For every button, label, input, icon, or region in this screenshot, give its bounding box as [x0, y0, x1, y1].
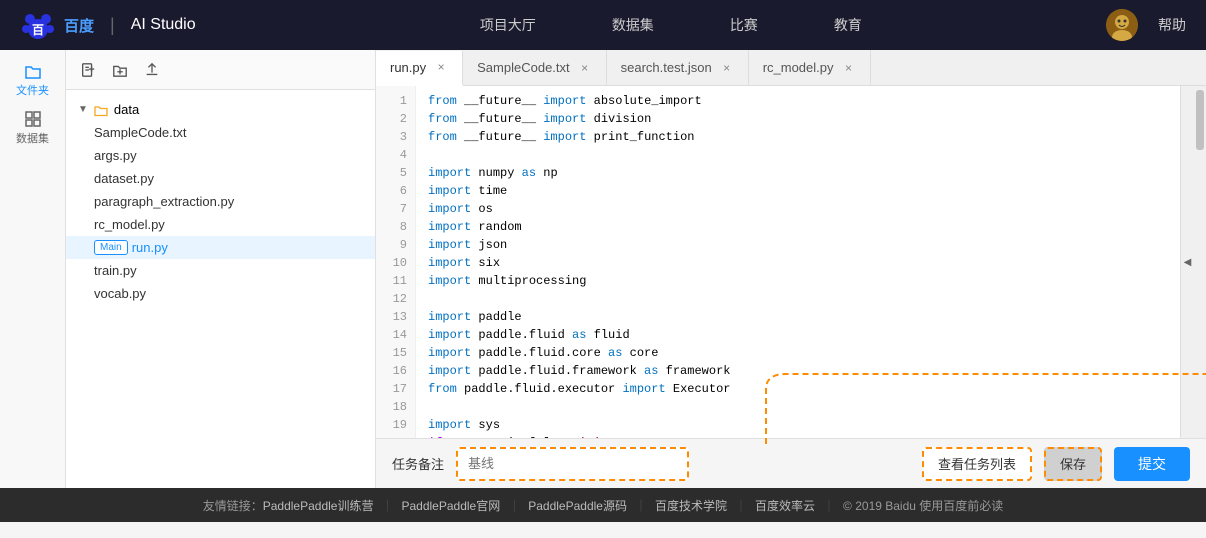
folder-open-icon [94, 103, 108, 117]
tab-bar: run.py × SampleCode.txt × search.test.js… [376, 50, 1206, 86]
file-name-paragraph: paragraph_extraction.py [94, 194, 234, 209]
tab-samplecode[interactable]: SampleCode.txt × [463, 50, 607, 85]
help-button[interactable]: 帮助 [1158, 15, 1186, 35]
file-item-rcmodel[interactable]: rc_model.py [66, 213, 375, 236]
tab-run-label: run.py [390, 60, 426, 75]
tab-run-close[interactable]: × [434, 60, 448, 74]
file-item-paragraph[interactable]: paragraph_extraction.py [66, 190, 375, 213]
editor-area: run.py × SampleCode.txt × search.test.js… [376, 50, 1206, 488]
product-name: AI Studio [131, 16, 196, 34]
footer: 友情链接： PaddlePaddle训练营 ｜ PaddlePaddle官网 ｜… [0, 488, 1206, 522]
footer-copyright: © 2019 Baidu 使用百度前必读 [843, 497, 1003, 514]
scrollbar-thumb [1196, 90, 1204, 150]
chevron-down-icon: ▼ [78, 104, 88, 115]
sidebar: 文件夹 数据集 [0, 50, 66, 488]
grid-icon [24, 110, 42, 128]
file-item-args[interactable]: args.py [66, 144, 375, 167]
bottom-bar: 任务备注 查看任务列表 保存 提交 [376, 438, 1206, 488]
header: 百 百度 | AI Studio 项目大厅 数据集 比赛 教育 帮助 [0, 0, 1206, 50]
submit-button[interactable]: 提交 [1114, 447, 1190, 481]
sidebar-item-folder[interactable]: 文件夹 [13, 60, 53, 100]
footer-sep-1: ｜ [508, 497, 520, 514]
file-name-run: run.py [132, 240, 168, 255]
header-nav: 项目大厅 数据集 比赛 教育 [236, 11, 1106, 39]
baseline-input[interactable] [456, 447, 689, 481]
header-logo: 百 百度 | AI Studio [20, 7, 196, 43]
line-numbers: 1 2 3 4 5 6 7 8 9 10 11 12 13 14 15 16 1… [376, 86, 416, 438]
footer-sep-0: ｜ [381, 497, 393, 514]
new-folder-icon[interactable] [110, 60, 130, 80]
footer-sep-3: ｜ [735, 497, 747, 514]
folder-root[interactable]: ▼ data [66, 98, 375, 121]
nav-item-datasets[interactable]: 数据集 [604, 11, 662, 39]
tab-searchtest-close[interactable]: × [720, 61, 734, 75]
footer-link-1[interactable]: PaddlePaddle官网 [401, 497, 500, 514]
file-panel-toolbar [66, 50, 375, 90]
file-item-vocab[interactable]: vocab.py [66, 282, 375, 305]
main-layout: 文件夹 数据集 [0, 50, 1206, 488]
code-container: 1 2 3 4 5 6 7 8 9 10 11 12 13 14 15 16 1… [376, 86, 1206, 438]
file-panel: ▼ data SampleCode.txt args.py dataset.py… [66, 50, 376, 488]
file-item-train[interactable]: train.py [66, 259, 375, 282]
footer-link-2[interactable]: PaddlePaddle源码 [528, 497, 627, 514]
avatar[interactable] [1106, 9, 1138, 41]
nav-item-projects[interactable]: 项目大厅 [472, 11, 544, 39]
tab-rcmodel-label: rc_model.py [763, 60, 834, 75]
svg-text:百: 百 [32, 23, 44, 37]
file-name-train: train.py [94, 263, 137, 278]
folder-icon [24, 62, 42, 80]
file-tree: ▼ data SampleCode.txt args.py dataset.py… [66, 90, 375, 488]
footer-sep-2: ｜ [635, 497, 647, 514]
code-content[interactable]: from __future__ import absolute_import f… [416, 86, 1180, 438]
logo-divider: | [110, 15, 115, 36]
tab-searchtest[interactable]: search.test.json × [607, 50, 749, 85]
file-name-args: args.py [94, 148, 137, 163]
nav-item-education[interactable]: 教育 [826, 11, 870, 39]
upload-icon[interactable] [142, 60, 162, 80]
nav-item-competition[interactable]: 比赛 [722, 11, 766, 39]
sidebar-label-folder: 文件夹 [16, 82, 49, 98]
tab-samplecode-close[interactable]: × [578, 61, 592, 75]
footer-link-4[interactable]: 百度效率云 [755, 497, 815, 514]
header-right: 帮助 [1106, 9, 1186, 41]
sidebar-label-datasets: 数据集 [16, 130, 49, 146]
tab-run[interactable]: run.py × [376, 51, 463, 86]
file-name-dataset: dataset.py [94, 171, 154, 186]
file-item-dataset[interactable]: dataset.py [66, 167, 375, 190]
tab-samplecode-label: SampleCode.txt [477, 60, 570, 75]
footer-link-3[interactable]: 百度技术学院 [655, 497, 727, 514]
file-item-samplecode[interactable]: SampleCode.txt [66, 121, 375, 144]
tab-rcmodel-close[interactable]: × [842, 61, 856, 75]
task-label: 任务备注 [392, 454, 444, 473]
file-item-run[interactable]: Main run.py [66, 236, 375, 259]
view-tasks-button[interactable]: 查看任务列表 [922, 447, 1032, 481]
footer-sep-4: ｜ [823, 497, 835, 514]
tab-rcmodel[interactable]: rc_model.py × [749, 50, 871, 85]
editor-collapse-arrow[interactable]: ◀ [1180, 86, 1194, 438]
scrollbar-vertical[interactable] [1194, 86, 1206, 438]
sidebar-item-datasets[interactable]: 数据集 [13, 108, 53, 148]
root-folder-name: data [114, 102, 139, 117]
file-name-rcmodel: rc_model.py [94, 217, 165, 232]
footer-link-0[interactable]: PaddlePaddle训练营 [263, 497, 374, 514]
file-name-samplecode: SampleCode.txt [94, 125, 187, 140]
save-button[interactable]: 保存 [1044, 447, 1102, 481]
brand-name: 百度 [64, 15, 94, 36]
tab-searchtest-label: search.test.json [621, 60, 712, 75]
baidu-logo-icon: 百 [20, 7, 56, 43]
new-file-icon[interactable] [78, 60, 98, 80]
file-name-vocab: vocab.py [94, 286, 146, 301]
main-badge: Main [94, 240, 128, 255]
footer-prefix: 友情链接： [203, 497, 263, 514]
